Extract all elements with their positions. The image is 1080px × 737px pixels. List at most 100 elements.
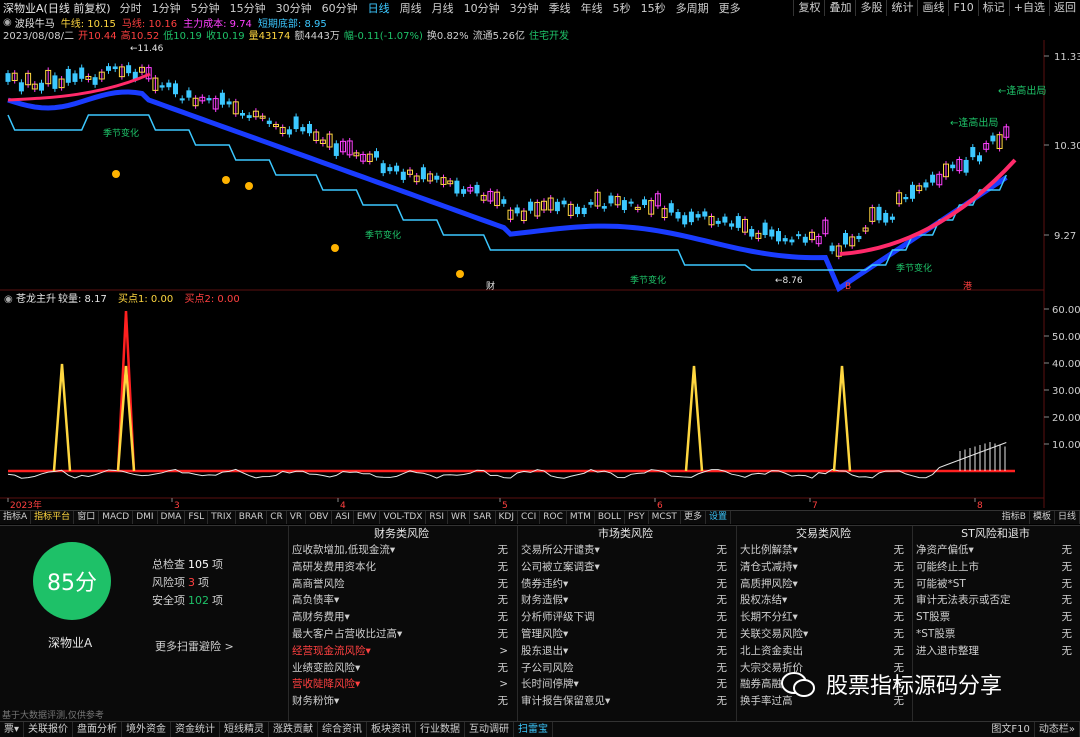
bottom-tab-11[interactable]: 扫雷宝 [514, 722, 554, 737]
period-1[interactable]: 1分钟 [147, 2, 186, 15]
tool-7[interactable]: +自选 [1008, 0, 1049, 16]
indicator-tab-0[interactable]: 指标A [0, 511, 32, 524]
period-3[interactable]: 15分钟 [225, 2, 271, 15]
risk-row[interactable]: 审计无法表示或否定 无 [913, 592, 1078, 609]
period-9[interactable]: 10分钟 [459, 2, 505, 15]
tool-5[interactable]: F10 [948, 0, 977, 16]
period-16[interactable]: 更多 [714, 2, 746, 15]
indicator-tab-4[interactable]: DMI [133, 511, 158, 524]
indicator-tab-25[interactable]: 更多 [681, 511, 706, 524]
indicator-tab-14[interactable]: VOL-TDX [380, 511, 427, 524]
risk-row[interactable]: 业绩变脸风险▾ 无 [289, 660, 514, 677]
period-5[interactable]: 60分钟 [317, 2, 363, 15]
bottom-tab-8[interactable]: 板块资讯 [367, 722, 417, 737]
period-12[interactable]: 年线 [576, 2, 608, 15]
risk-row[interactable]: 高负债率▾ 无 [289, 592, 514, 609]
bottom-tab-9[interactable]: 行业数据 [416, 722, 466, 737]
risk-row[interactable]: 经营现金流风险▾ > [289, 643, 514, 660]
risk-row[interactable]: 应收款增加,低现金流▾ 无 [289, 542, 514, 559]
bottom-tab-1[interactable]: 关联报价 [24, 722, 74, 737]
indicator-tab-3[interactable]: MACD [99, 511, 134, 524]
risk-row[interactable]: 营收陡降风险▾ > [289, 676, 514, 693]
risk-row[interactable]: 关联交易风险▾ 无 [737, 626, 910, 643]
indicator-tab-6[interactable]: FSL [185, 511, 209, 524]
bottom-tab-5[interactable]: 短线精灵 [220, 722, 270, 737]
tool-3[interactable]: 统计 [886, 0, 917, 16]
indicator-tab-5[interactable]: DMA [158, 511, 186, 524]
tool-4[interactable]: 画线 [917, 0, 948, 16]
tool-6[interactable]: 标记 [977, 0, 1009, 16]
indicator-tab-7[interactable]: TRIX [208, 511, 236, 524]
period-7[interactable]: 周线 [395, 2, 427, 15]
bottom-tab-6[interactable]: 涨跌贡献 [269, 722, 319, 737]
bottom-tab-0[interactable]: 票▾ [0, 722, 25, 737]
more-scan-link[interactable]: 更多扫雷避险 > [155, 638, 234, 654]
risk-row[interactable]: 子公司风险 无 [518, 660, 733, 677]
period-4[interactable]: 30分钟 [271, 2, 317, 15]
period-15[interactable]: 多周期 [671, 2, 714, 15]
indicator-tab-2[interactable]: 窗口 [74, 511, 100, 524]
period-10[interactable]: 3分钟 [505, 2, 544, 15]
indicator-tab-9[interactable]: CR [267, 511, 287, 524]
risk-row[interactable]: 审计报告保留意见▾ 无 [518, 693, 733, 710]
risk-row[interactable]: ST股票 无 [913, 609, 1078, 626]
indicator-tab-17[interactable]: SAR [470, 511, 496, 524]
tool-0[interactable]: 复权 [793, 0, 824, 16]
tab-right-0[interactable]: 指标B [999, 511, 1030, 524]
risk-row[interactable]: 大比例解禁▾ 无 [737, 542, 910, 559]
indicator-tab-20[interactable]: ROC [540, 511, 567, 524]
indicator-tab-21[interactable]: MTM [567, 511, 595, 524]
risk-row[interactable]: 债券违约▾ 无 [518, 576, 733, 593]
indicator-tab-19[interactable]: CCI [518, 511, 541, 524]
risk-row[interactable]: 高质押风险▾ 无 [737, 576, 910, 593]
risk-row[interactable]: 公司被立案调查▾ 无 [518, 559, 733, 576]
tool-8[interactable]: 返回 [1049, 0, 1080, 16]
tab-right-2[interactable]: 日线 [1055, 511, 1080, 524]
period-0[interactable]: 分时 [115, 2, 147, 15]
bottom-right-1[interactable]: 动态栏» [1035, 722, 1080, 737]
risk-row[interactable]: 高商誉风险 无 [289, 576, 514, 593]
indicator-tab-12[interactable]: ASI [332, 511, 354, 524]
risk-row[interactable]: 可能终止上市 无 [913, 559, 1078, 576]
risk-row[interactable]: 交易所公开谴责▾ 无 [518, 542, 733, 559]
risk-row[interactable]: 财务造假▾ 无 [518, 592, 733, 609]
indicator-tab-13[interactable]: EMV [354, 511, 381, 524]
risk-row[interactable]: *ST股票 无 [913, 626, 1078, 643]
indicator-tab-26[interactable]: 设置 [706, 511, 731, 524]
tool-2[interactable]: 多股 [855, 0, 886, 16]
risk-row[interactable]: 高研发费用资本化 无 [289, 559, 514, 576]
risk-row[interactable]: 清仓式减持▾ 无 [737, 559, 910, 576]
risk-row[interactable]: 财务粉饰▾ 无 [289, 693, 514, 710]
risk-row[interactable]: 北上资金卖出 无 [737, 643, 910, 660]
bottom-tab-10[interactable]: 互动调研 [465, 722, 515, 737]
risk-row[interactable]: 进入退市整理 无 [913, 643, 1078, 660]
indicator-tab-24[interactable]: MCST [649, 511, 681, 524]
indicator-tab-18[interactable]: KDJ [496, 511, 518, 524]
bottom-tab-3[interactable]: 境外资金 [122, 722, 172, 737]
risk-row[interactable]: 高财务费用▾ 无 [289, 609, 514, 626]
indicator-tab-10[interactable]: VR [287, 511, 307, 524]
risk-row[interactable]: 管理风险▾ 无 [518, 626, 733, 643]
bottom-tab-2[interactable]: 盘面分析 [73, 722, 123, 737]
indicator-tab-15[interactable]: RSI [426, 511, 449, 524]
risk-row[interactable]: 可能被*ST 无 [913, 576, 1078, 593]
tool-1[interactable]: 叠加 [824, 0, 855, 16]
indicator-tab-11[interactable]: OBV [306, 511, 333, 524]
indicator-tab-8[interactable]: BRAR [236, 511, 268, 524]
risk-row[interactable]: 长时间停牌▾ 无 [518, 676, 733, 693]
indicator-tab-23[interactable]: PSY [625, 511, 649, 524]
tab-right-1[interactable]: 模板 [1030, 511, 1055, 524]
period-14[interactable]: 15秒 [636, 2, 671, 15]
risk-row[interactable]: 股权冻结▾ 无 [737, 592, 910, 609]
period-13[interactable]: 5秒 [608, 2, 636, 15]
period-11[interactable]: 季线 [544, 2, 576, 15]
risk-row[interactable]: 净资产偏低▾ 无 [913, 542, 1078, 559]
bottom-right-0[interactable]: 图文F10 [987, 722, 1035, 737]
risk-row[interactable]: 股东退出▾ 无 [518, 643, 733, 660]
period-6[interactable]: 日线 [363, 2, 395, 15]
risk-row[interactable]: 分析师评级下调 无 [518, 609, 733, 626]
risk-row[interactable]: 长期不分红▾ 无 [737, 609, 910, 626]
bottom-tab-7[interactable]: 综合资讯 [318, 722, 368, 737]
period-2[interactable]: 5分钟 [186, 2, 225, 15]
indicator-tab-22[interactable]: BOLL [595, 511, 626, 524]
